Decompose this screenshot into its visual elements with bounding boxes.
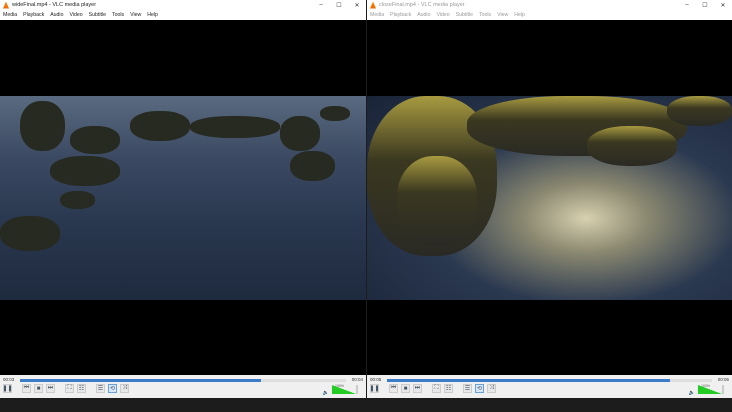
minimize-button[interactable]: – — [678, 2, 696, 8]
menu-view[interactable]: View — [497, 12, 508, 18]
seek-progress — [20, 379, 262, 382]
menu-media[interactable]: Media — [370, 12, 384, 18]
vlc-window-left: wideFinal.mp4 - VLC media player – ☐ ✕ M… — [0, 0, 366, 398]
rock — [290, 151, 335, 181]
menu-video[interactable]: Video — [436, 12, 449, 18]
pause-button[interactable]: ❚❚ — [2, 384, 13, 393]
extended-settings-button[interactable]: ☷ — [77, 384, 86, 393]
next-button[interactable]: ⏭ — [46, 384, 55, 393]
rock — [320, 106, 350, 121]
rock — [20, 101, 65, 151]
menu-subtitle[interactable]: Subtitle — [89, 12, 106, 18]
vlc-window-right: closeFinal.mp4 - VLC media player – ☐ ✕ … — [367, 0, 732, 398]
pause-button[interactable]: ❚❚ — [369, 384, 380, 393]
rock — [190, 116, 280, 138]
menu-media[interactable]: Media — [3, 12, 17, 18]
speaker-icon[interactable]: 🔈 — [323, 390, 329, 396]
menu-view[interactable]: View — [130, 12, 141, 18]
menu-bar: Media Playback Audio Video Subtitle Tool… — [0, 10, 366, 20]
close-button[interactable]: ✕ — [348, 2, 366, 9]
menu-tools[interactable]: Tools — [112, 12, 124, 18]
menu-bar: Media Playback Audio Video Subtitle Tool… — [367, 10, 732, 20]
rock — [587, 126, 677, 166]
stop-button[interactable]: ■ — [34, 384, 43, 393]
menu-help[interactable]: Help — [514, 12, 525, 18]
rock — [50, 156, 120, 186]
menu-playback[interactable]: Playback — [23, 12, 44, 18]
menu-subtitle[interactable]: Subtitle — [456, 12, 473, 18]
menu-tools[interactable]: Tools — [479, 12, 491, 18]
random-button[interactable]: ⤨ — [487, 384, 496, 393]
menu-help[interactable]: Help — [147, 12, 158, 18]
menu-video[interactable]: Video — [69, 12, 82, 18]
menu-audio[interactable]: Audio — [417, 12, 430, 18]
control-bar: 00:03 00:04 ❚❚ ⏮ ■ ⏭ ⛶ ☷ ☰ ⟲ ⤨ 🔈 100% — [0, 375, 366, 398]
title-bar: closeFinal.mp4 - VLC media player – ☐ ✕ — [367, 0, 732, 10]
vlc-cone-icon — [3, 1, 9, 9]
loop-button[interactable]: ⟲ — [108, 384, 117, 393]
next-button[interactable]: ⏭ — [413, 384, 422, 393]
menu-audio[interactable]: Audio — [50, 12, 63, 18]
total-time: 00:04 — [351, 377, 363, 382]
loop-button[interactable]: ⟲ — [475, 384, 484, 393]
elapsed-time: 00:03 — [3, 377, 15, 382]
minimize-button[interactable]: – — [312, 2, 330, 8]
playlist-button[interactable]: ☰ — [96, 384, 105, 393]
fullscreen-button[interactable]: ⛶ — [432, 384, 441, 393]
previous-button[interactable]: ⏮ — [22, 384, 31, 393]
extended-settings-button[interactable]: ☷ — [444, 384, 453, 393]
video-frame[interactable] — [367, 96, 732, 300]
elapsed-time: 00:05 — [370, 377, 382, 382]
total-time: 00:06 — [717, 377, 729, 382]
rock — [397, 156, 477, 246]
seek-bar[interactable] — [387, 379, 712, 382]
playlist-button[interactable]: ☰ — [463, 384, 472, 393]
close-button[interactable]: ✕ — [714, 2, 732, 9]
rock — [130, 111, 190, 141]
maximize-button[interactable]: ☐ — [330, 2, 348, 9]
title-bar: wideFinal.mp4 - VLC media player – ☐ ✕ — [0, 0, 366, 10]
rock — [70, 126, 120, 154]
video-frame[interactable] — [0, 96, 366, 300]
speaker-icon[interactable]: 🔈 — [689, 390, 695, 396]
control-bar: 00:05 00:06 ❚❚ ⏮ ■ ⏭ ⛶ ☷ ☰ ⟲ ⤨ 🔈 100% — [367, 375, 732, 398]
seek-progress — [387, 379, 670, 382]
seek-bar[interactable] — [20, 379, 346, 382]
vlc-cone-icon — [370, 1, 376, 9]
menu-playback[interactable]: Playback — [390, 12, 411, 18]
random-button[interactable]: ⤨ — [120, 384, 129, 393]
window-title: closeFinal.mp4 - VLC media player — [379, 2, 465, 8]
volume-slider[interactable] — [332, 385, 358, 394]
previous-button[interactable]: ⏮ — [389, 384, 398, 393]
rock — [60, 191, 95, 209]
window-title: wideFinal.mp4 - VLC media player — [12, 2, 97, 8]
rock — [0, 216, 60, 251]
rock — [280, 116, 320, 151]
rock — [667, 96, 732, 126]
stop-button[interactable]: ■ — [401, 384, 410, 393]
volume-slider[interactable] — [698, 385, 724, 394]
maximize-button[interactable]: ☐ — [696, 2, 714, 9]
fullscreen-button[interactable]: ⛶ — [65, 384, 74, 393]
